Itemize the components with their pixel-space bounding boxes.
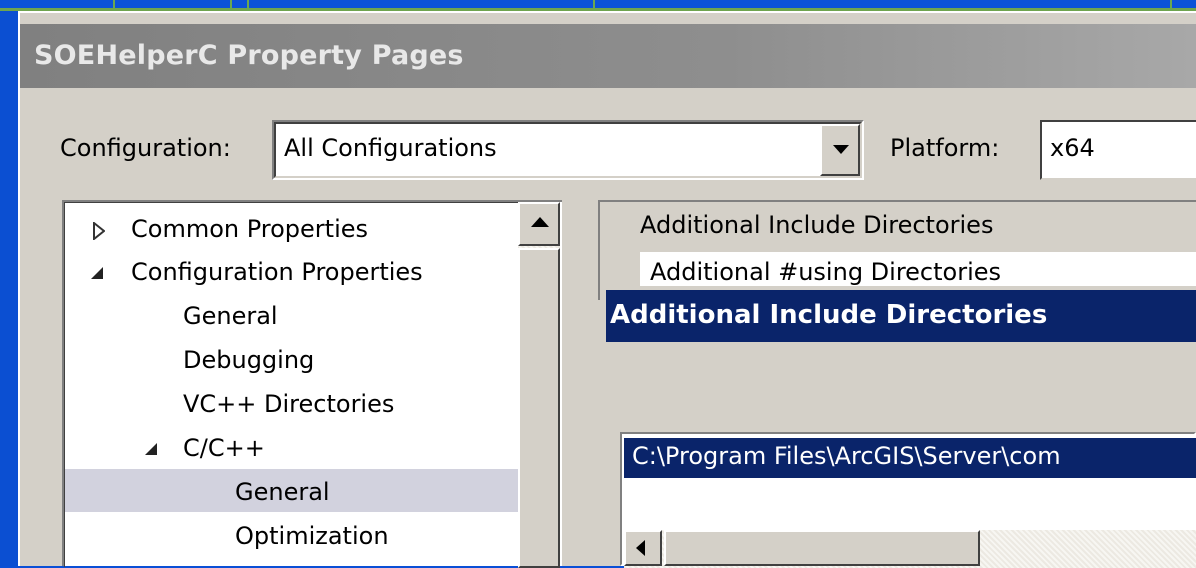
tree-item-configuration-properties[interactable]: Configuration Properties [131,258,423,286]
arrow-left-icon [636,540,645,556]
chevron-down-icon [833,145,849,154]
configuration-value: All Configurations [284,134,497,162]
scroll-up-button[interactable] [518,202,560,246]
scroll-left-button[interactable] [624,530,662,566]
expand-arrow-icon[interactable] [93,222,105,240]
tree-item-debugging[interactable]: Debugging [183,346,314,374]
tick-mark [593,0,595,11]
configuration-label: Configuration: [60,134,231,162]
tick-mark [113,0,115,11]
collapse-arrow-icon[interactable] [145,443,157,455]
tree-vertical-scrollbar[interactable] [518,202,560,568]
property-row-using-dirs-label: Additional #using Directories [650,258,1002,286]
property-row-include-dirs[interactable]: Additional Include Directories [640,211,993,239]
collapse-arrow-icon[interactable] [91,267,103,279]
tree-item-cpp-general[interactable]: General [235,478,330,506]
tree-item-cpp[interactable]: C/C++ [183,434,265,462]
arrow-up-icon [531,217,549,227]
tree-item-vc-directories[interactable]: VC++ Directories [183,390,394,418]
directories-list[interactable]: C:\Program Files\ArcGIS\Server\com [620,432,1196,568]
property-row-using-dirs[interactable]: Additional #using Directories [640,252,1196,286]
platform-value: x64 [1050,134,1095,162]
tick-mark [247,0,249,11]
dropdown-button[interactable] [820,124,860,176]
list-horizontal-scrollbar[interactable] [624,530,1196,568]
scroll-thumb[interactable] [518,248,560,568]
configuration-dropdown[interactable]: All Configurations [272,120,864,180]
tree-item-optimization[interactable]: Optimization [235,522,389,550]
list-item[interactable]: C:\Program Files\ArcGIS\Server\com [624,438,1196,478]
popup-title: Additional Include Directories [610,300,1048,330]
platform-label: Platform: [890,134,1000,162]
tree-item-general[interactable]: General [183,302,278,330]
list-item-path: C:\Program Files\ArcGIS\Server\com [632,442,1061,470]
scroll-thumb[interactable] [664,530,980,566]
desktop-background [0,11,18,566]
dialog-title: SOEHelperC Property Pages [34,40,464,71]
settings-tree: Common Properties Configuration Properti… [62,200,562,567]
platform-dropdown[interactable]: x64 [1040,120,1196,180]
tree-item-common-properties[interactable]: Common Properties [131,215,368,243]
popup-titlebar[interactable]: Additional Include Directories [606,290,1196,342]
tick-mark [230,0,232,11]
tick-mark [1170,0,1172,11]
